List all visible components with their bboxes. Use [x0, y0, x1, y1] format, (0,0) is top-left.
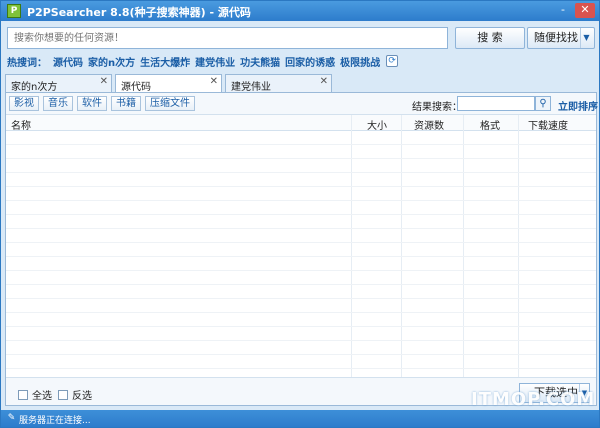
- column-name[interactable]: 名称: [11, 117, 31, 132]
- table-row: [6, 285, 596, 299]
- watermark-logo: ITMOP.COM: [471, 389, 596, 410]
- filter-bar: 影视 音乐 软件 书籍 压缩文件 结果搜索： ⚲ 立即排序: [6, 93, 598, 115]
- checkbox-icon[interactable]: [18, 389, 28, 400]
- filter-video-button[interactable]: 影视: [9, 96, 39, 111]
- hot-words-label: 热搜词：: [7, 57, 47, 69]
- hot-word[interactable]: 极限挑战: [340, 54, 380, 69]
- search-icon[interactable]: ⚲: [535, 96, 551, 111]
- search-button[interactable]: 搜 索: [455, 27, 525, 49]
- hot-word[interactable]: 功夫熊猫: [240, 54, 280, 69]
- close-icon[interactable]: ✕: [210, 76, 218, 87]
- table-row: [6, 131, 596, 145]
- connection-icon: ✎: [7, 413, 16, 423]
- hot-word[interactable]: 生活大爆炸: [140, 54, 190, 69]
- filter-software-button[interactable]: 软件: [77, 96, 107, 111]
- search-row: 搜 索 随便找找 ▼: [7, 27, 595, 49]
- hot-word[interactable]: 建党伟业: [195, 54, 235, 69]
- title-bar[interactable]: P P2PSearcher 8.8(种子搜索神器) - 源代码 - ✕: [1, 1, 599, 21]
- table-row: [6, 341, 596, 355]
- invert-selection-checkbox[interactable]: 反选: [58, 387, 92, 402]
- close-icon[interactable]: ✕: [320, 76, 328, 87]
- search-input[interactable]: [7, 27, 448, 49]
- table-row: [6, 243, 596, 257]
- window-controls: - ✕: [553, 3, 595, 18]
- refresh-icon[interactable]: ⟳: [386, 55, 399, 67]
- status-bar: ✎ 服务器正在连接...: [1, 410, 599, 427]
- table-row: [6, 215, 596, 229]
- table-row: [6, 299, 596, 313]
- tab-source-code[interactable]: 源代码 ✕: [115, 74, 222, 93]
- filter-books-button[interactable]: 书籍: [111, 96, 141, 111]
- result-search-input[interactable]: [457, 96, 535, 111]
- table-row: [6, 229, 596, 243]
- tab-bar: 家的n次方 ✕ 源代码 ✕ 建党伟业 ✕: [5, 74, 332, 93]
- results-table[interactable]: [6, 131, 596, 377]
- tab-family[interactable]: 家的n次方 ✕: [5, 74, 112, 93]
- hot-word[interactable]: 源代码: [53, 54, 83, 69]
- table-row: [6, 187, 596, 201]
- table-row: [6, 159, 596, 173]
- table-row: [6, 173, 596, 187]
- sort-now-link[interactable]: 立即排序: [558, 98, 598, 113]
- filter-archive-button[interactable]: 压缩文件: [145, 96, 195, 111]
- result-search-label: 结果搜索：: [412, 102, 462, 113]
- minimize-button[interactable]: -: [553, 3, 573, 18]
- table-row: [6, 201, 596, 215]
- status-text: 服务器正在连接...: [19, 416, 91, 426]
- close-icon[interactable]: ✕: [100, 76, 108, 87]
- table-row: [6, 271, 596, 285]
- column-sources[interactable]: 资源数: [414, 117, 444, 132]
- table-row: [6, 145, 596, 159]
- app-logo-icon: P: [7, 4, 21, 18]
- close-button[interactable]: ✕: [575, 3, 595, 18]
- tab-party[interactable]: 建党伟业 ✕: [225, 74, 332, 93]
- table-row: [6, 313, 596, 327]
- results-panel: 影视 音乐 软件 书籍 压缩文件 结果搜索： ⚲ 立即排序 名称 大小 资源数 …: [5, 92, 598, 406]
- table-row: [6, 355, 596, 369]
- table-row: [6, 327, 596, 341]
- random-search-label: 随便找找: [534, 31, 578, 44]
- random-search-button[interactable]: 随便找找 ▼: [527, 27, 595, 49]
- table-header: 名称 大小 资源数 格式 下载速度: [6, 115, 596, 132]
- select-all-checkbox[interactable]: 全选: [18, 387, 52, 402]
- chevron-down-icon[interactable]: ▼: [580, 28, 592, 48]
- column-format[interactable]: 格式: [480, 117, 500, 132]
- invert-selection-label: 反选: [72, 391, 92, 402]
- hot-word[interactable]: 回家的诱惑: [285, 54, 335, 69]
- table-row: [6, 257, 596, 271]
- category-filters: 影视 音乐 软件 书籍 压缩文件: [9, 96, 195, 111]
- hot-word[interactable]: 家的n次方: [88, 54, 135, 69]
- table-row: [6, 369, 596, 377]
- select-all-label: 全选: [32, 391, 52, 402]
- app-window: P P2PSearcher 8.8(种子搜索神器) - 源代码 - ✕ 搜 索 …: [0, 0, 600, 428]
- column-size[interactable]: 大小: [367, 117, 387, 132]
- checkbox-icon[interactable]: [58, 389, 68, 400]
- window-title: P2PSearcher 8.8(种子搜索神器) - 源代码: [27, 6, 251, 19]
- filter-music-button[interactable]: 音乐: [43, 96, 73, 111]
- column-speed[interactable]: 下载速度: [528, 117, 568, 132]
- hot-words-bar: 热搜词： 源代码 家的n次方 生活大爆炸 建党伟业 功夫熊猫 回家的诱惑 极限挑…: [7, 54, 399, 69]
